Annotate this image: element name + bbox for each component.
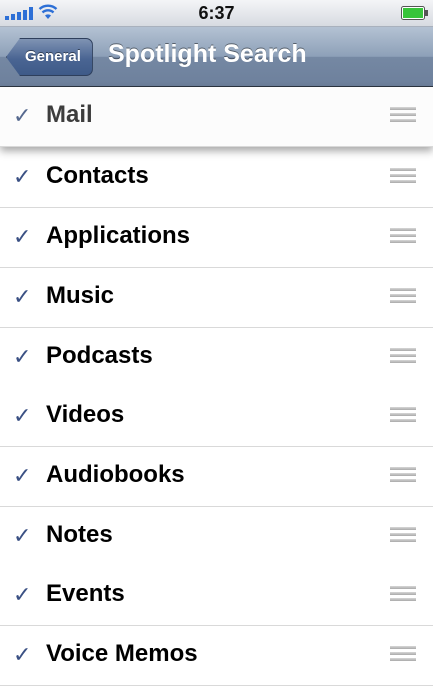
back-button-label: General <box>25 48 81 65</box>
list-item-videos[interactable]: ✓ Videos <box>0 387 433 447</box>
list-item-applications[interactable]: ✓ Applications <box>0 208 433 268</box>
checkmark-icon: ✓ <box>13 103 32 128</box>
list-item-label: Videos <box>46 401 125 428</box>
reorder-grip-icon[interactable] <box>390 288 416 307</box>
list-item-notes[interactable]: ✓ Notes <box>0 507 433 567</box>
status-bar: 6:37 <box>0 0 433 27</box>
list-item-music[interactable]: ✓ Music <box>0 268 433 328</box>
reorder-grip-icon[interactable] <box>390 467 416 486</box>
reorder-grip-icon[interactable] <box>390 107 416 126</box>
checkmark-icon: ✓ <box>13 642 32 667</box>
battery-icon <box>401 6 428 20</box>
list-item-label: Podcasts <box>46 342 153 369</box>
reorder-grip-icon[interactable] <box>390 586 416 605</box>
list-item-events[interactable]: ✓ Events <box>0 566 433 626</box>
page-title: Spotlight Search <box>108 40 307 68</box>
checkmark-icon: ✓ <box>13 224 32 249</box>
list-item-label: Audiobooks <box>46 461 185 488</box>
checkmark-icon: ✓ <box>13 523 32 548</box>
reorder-grip-icon[interactable] <box>390 527 416 546</box>
checkmark-icon: ✓ <box>13 284 32 309</box>
list-item-label: Voice Memos <box>46 640 198 667</box>
list-item-contacts[interactable]: ✓ Contacts <box>0 148 433 208</box>
reorder-grip-icon[interactable] <box>390 228 416 247</box>
list-item-label: Music <box>46 282 115 309</box>
list-item-label: Contacts <box>46 162 149 189</box>
back-button[interactable]: General <box>6 38 93 76</box>
checkmark-icon: ✓ <box>13 344 32 369</box>
list-item-label: Mail <box>46 101 93 128</box>
checkmark-icon: ✓ <box>13 164 32 189</box>
reorder-grip-icon[interactable] <box>390 407 416 426</box>
list-item-label: Events <box>46 580 125 607</box>
checkmark-icon: ✓ <box>13 403 32 428</box>
reorder-grip-icon[interactable] <box>390 646 416 665</box>
reorder-grip-icon[interactable] <box>390 168 416 187</box>
list-item-label: Applications <box>46 222 191 249</box>
reorder-grip-icon[interactable] <box>390 348 416 367</box>
list-item-label: Notes <box>46 521 113 548</box>
list-item-podcasts[interactable]: ✓ Podcasts <box>0 328 433 388</box>
list-item-voice-memos[interactable]: ✓ Voice Memos <box>0 626 433 686</box>
checkmark-icon: ✓ <box>13 582 32 607</box>
status-time: 6:37 <box>198 3 235 23</box>
list-item-audiobooks[interactable]: ✓ Audiobooks <box>0 447 433 507</box>
checkmark-icon: ✓ <box>13 463 32 488</box>
navigation-bar: General Spotlight Search <box>0 27 433 87</box>
list-item-mail[interactable]: ✓ Mail <box>0 87 433 147</box>
